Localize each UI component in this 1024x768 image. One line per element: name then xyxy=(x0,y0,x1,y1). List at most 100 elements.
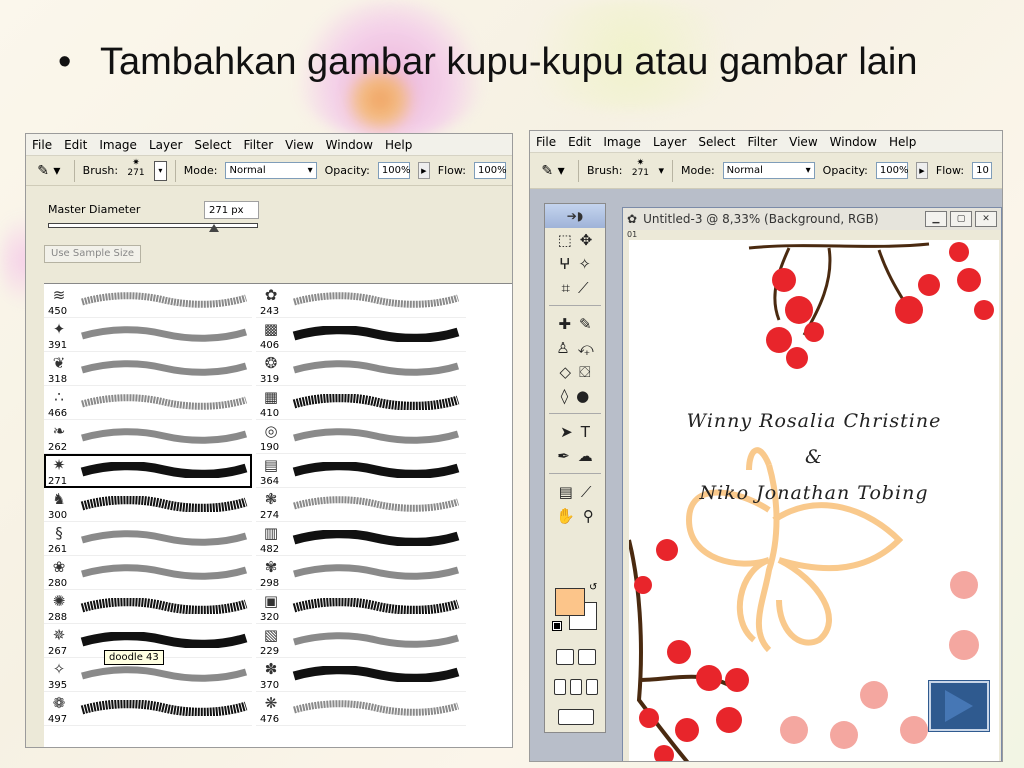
paint-bucket-icon[interactable]: ⛋ xyxy=(579,363,590,381)
slider-thumb[interactable] xyxy=(209,224,219,232)
notes-tool-icon[interactable]: ▤ xyxy=(559,483,573,501)
menu-select[interactable]: Select xyxy=(692,135,741,149)
divider xyxy=(578,159,579,182)
history-brush-icon[interactable]: ⤽ xyxy=(578,339,594,357)
dodge-tool-icon[interactable]: ● xyxy=(576,387,589,405)
menu-edit[interactable]: Edit xyxy=(562,135,597,149)
menu-layer[interactable]: Layer xyxy=(647,135,692,149)
menu-file[interactable]: File xyxy=(26,138,58,152)
menu-view[interactable]: View xyxy=(279,138,319,152)
move-tool-icon[interactable]: ✥ xyxy=(580,231,593,249)
flow-field[interactable]: 10 xyxy=(972,162,993,179)
hand-tool-icon[interactable]: ✋ xyxy=(556,507,575,525)
magic-wand-icon[interactable]: ✧ xyxy=(578,255,591,273)
menu-image[interactable]: Image xyxy=(597,135,647,149)
menu-file[interactable]: File xyxy=(530,135,562,149)
brush-stroke-preview xyxy=(80,564,248,580)
menu-window[interactable]: Window xyxy=(824,135,883,149)
close-icon[interactable]: ✕ xyxy=(975,211,997,227)
toolbox-header-icon: ➔◗ xyxy=(545,204,605,228)
shape-tool-icon[interactable]: ☁ xyxy=(578,447,593,465)
pen-tool-icon[interactable]: ✒ xyxy=(557,447,570,465)
brush-preset-item[interactable]: ▦ 410 xyxy=(256,386,466,420)
chevron-down-icon[interactable]: ▾ xyxy=(658,164,664,177)
brush-tool-icon[interactable]: ✎ ▾ xyxy=(536,160,570,182)
brush-preset-item[interactable]: ▥ 482 xyxy=(256,522,466,556)
menu-image[interactable]: Image xyxy=(93,138,143,152)
brush-preset-item[interactable]: ✦ 391 xyxy=(44,318,252,352)
screen-mode-standard-icon[interactable] xyxy=(554,679,566,695)
eraser-tool-icon[interactable]: ◇ xyxy=(560,363,572,381)
marquee-tool-icon[interactable]: ⬚ xyxy=(558,231,572,249)
opacity-field[interactable]: 100% xyxy=(377,162,410,179)
brush-tool-icon[interactable]: ✎ xyxy=(579,315,592,333)
foreground-color-swatch[interactable] xyxy=(555,588,585,616)
menu-select[interactable]: Select xyxy=(188,138,237,152)
brush-preset-item[interactable]: ≋ 450 xyxy=(44,284,252,318)
jump-to-imageready-icon[interactable] xyxy=(553,706,599,728)
brush-preset-item[interactable]: ❀ 280 xyxy=(44,556,252,590)
mode-select[interactable]: Normal ▾ xyxy=(225,162,317,179)
brush-preset-item[interactable]: ✿ 243 xyxy=(256,284,466,318)
eyedropper-icon[interactable]: ⟋ xyxy=(581,483,592,501)
brush-preset-thumb[interactable]: ✷ 271 xyxy=(126,158,146,184)
default-colors-icon[interactable] xyxy=(552,621,562,631)
zoom-tool-icon[interactable]: ⚲ xyxy=(583,507,594,525)
path-select-icon[interactable]: ➤ xyxy=(560,423,573,441)
brush-preset-item[interactable]: § 261 xyxy=(44,522,252,556)
master-diameter-slider[interactable] xyxy=(48,223,258,228)
minimize-icon[interactable]: ▁ xyxy=(925,211,947,227)
red-blossoms-bottom xyxy=(634,539,749,761)
menu-help[interactable]: Help xyxy=(883,135,922,149)
brush-dropdown-button[interactable]: ▾ xyxy=(153,160,167,181)
blur-tool-icon[interactable]: ◊ xyxy=(561,387,568,405)
brush-preset-item[interactable]: ▧ 229 xyxy=(256,624,466,658)
brush-preset-item[interactable]: ❁ 497 xyxy=(44,692,252,726)
flow-field[interactable]: 100% xyxy=(473,162,507,179)
brush-preset-item[interactable]: ∴ 466 xyxy=(44,386,252,420)
opacity-arrow-icon[interactable]: ▶ xyxy=(417,162,430,179)
brush-preset-item[interactable]: ✷ 271 xyxy=(44,454,252,488)
menu-window[interactable]: Window xyxy=(320,138,379,152)
screen-mode-full-icon[interactable] xyxy=(586,679,598,695)
stamp-tool-icon[interactable]: ♙ xyxy=(556,339,569,357)
brush-preset-item[interactable]: ▣ 320 xyxy=(256,590,466,624)
type-tool-icon[interactable]: T xyxy=(581,423,590,441)
next-slide-button[interactable] xyxy=(929,681,989,731)
quick-mask-icon[interactable] xyxy=(578,649,596,665)
use-sample-size-button[interactable]: Use Sample Size xyxy=(44,245,142,263)
slice-tool-icon[interactable]: ⟋ xyxy=(578,279,589,297)
brush-preset-item[interactable]: ✽ 370 xyxy=(256,658,466,692)
crop-tool-icon[interactable]: ⌗ xyxy=(562,279,570,297)
brush-preset-item[interactable]: ✺ 288 xyxy=(44,590,252,624)
master-diameter-field[interactable]: 271 px xyxy=(204,201,259,219)
menu-edit[interactable]: Edit xyxy=(58,138,93,152)
brush-preset-item[interactable]: ❧ 262 xyxy=(44,420,252,454)
brush-preset-item[interactable]: ♞ 300 xyxy=(44,488,252,522)
menu-view[interactable]: View xyxy=(783,135,823,149)
opacity-field[interactable]: 100% xyxy=(875,162,908,179)
healing-brush-icon[interactable]: ✚ xyxy=(558,315,571,333)
maximize-icon[interactable]: ▢ xyxy=(950,211,972,227)
brush-preset-item[interactable]: ▤ 364 xyxy=(256,454,466,488)
menu-filter[interactable]: Filter xyxy=(741,135,783,149)
brush-preset-item[interactable]: ❋ 476 xyxy=(256,692,466,726)
brush-preset-item[interactable]: ❃ 274 xyxy=(256,488,466,522)
document-title-bar[interactable]: ✿ Untitled-3 @ 8,33% (Background, RGB) ▁… xyxy=(623,208,1001,230)
brush-preset-thumb[interactable]: ✷ 271 xyxy=(630,158,650,184)
brush-preset-item[interactable]: ◎ 190 xyxy=(256,420,466,454)
screen-mode-full-menu-icon[interactable] xyxy=(570,679,582,695)
swap-colors-icon[interactable]: ↺ xyxy=(589,582,597,593)
menu-filter[interactable]: Filter xyxy=(237,138,279,152)
brush-tool-icon[interactable]: ✎ ▾ xyxy=(32,160,66,182)
brush-preset-item[interactable]: ▩ 406 xyxy=(256,318,466,352)
brush-preset-item[interactable]: ❦ 318 xyxy=(44,352,252,386)
brush-preset-item[interactable]: ✾ 298 xyxy=(256,556,466,590)
mode-select[interactable]: Normal ▾ xyxy=(722,162,815,179)
standard-mode-icon[interactable] xyxy=(556,649,574,665)
opacity-arrow-icon[interactable]: ▶ xyxy=(915,162,928,179)
lasso-tool-icon[interactable]: ⵖ xyxy=(559,255,570,273)
menu-help[interactable]: Help xyxy=(379,138,418,152)
menu-layer[interactable]: Layer xyxy=(143,138,188,152)
brush-preset-item[interactable]: ❂ 319 xyxy=(256,352,466,386)
